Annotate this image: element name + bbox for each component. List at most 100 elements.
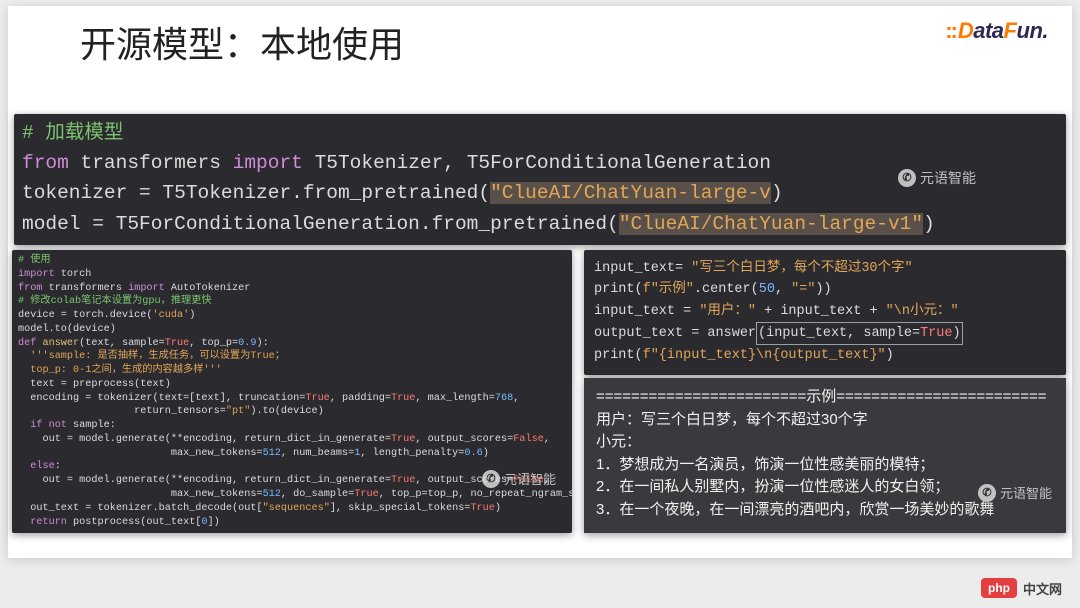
code-text: , output_scores= [415, 434, 513, 445]
code-line: tokenizer = T5Tokenizer.from_pretrained( [22, 182, 490, 204]
logo-dots: :: [945, 18, 956, 43]
string-literal: "写三个白日梦，每个不超过30个字" [691, 261, 912, 276]
number: 0.9 [238, 338, 256, 349]
logo-ata: ata [973, 18, 1003, 43]
code-line: max_new_tokens= [30, 448, 262, 459]
code-text: ) [923, 213, 935, 235]
watermark-text: 元语智能 [504, 469, 556, 488]
number: 512 [263, 489, 281, 500]
wechat-icon: ✆ [482, 470, 500, 488]
code-text: ) [886, 348, 894, 363]
php-badge: php [981, 578, 1017, 598]
code-text: .center( [694, 282, 759, 297]
string-literal: "=" [791, 282, 815, 297]
code-block-usage: # 使用 import torch from transformers impo… [12, 250, 572, 533]
page-title: 开源模型：本地使用 [80, 16, 404, 68]
fstring: f"{input_text}\n{output_text}" [643, 348, 886, 363]
module-name: transformers [81, 152, 221, 174]
fstring: f"示例" [643, 282, 694, 297]
code-text: postprocess(out_text[ [67, 517, 202, 528]
code-line: input_text = [594, 304, 699, 319]
kw-return: return [30, 517, 67, 528]
bool: True [305, 393, 329, 404]
output-line: 2．在一间私人别墅内，扮演一位性感迷人的女白领； [596, 478, 949, 495]
watermark-top: ✆ 元语智能 [898, 168, 976, 188]
output-line: 1．梦想成为一名演员，饰演一位性感美丽的模特； [596, 456, 934, 473]
output-line: 3．在一个夜晚，在一间漂亮的酒吧内，欣赏一场美妙的歌舞 [596, 501, 994, 518]
string-literal: "ClueAI/ChatYuan-large-v [490, 182, 771, 204]
slide-canvas: 开源模型：本地使用 ::DataFun. # 加载模型 from transfo… [8, 6, 1072, 558]
string-literal: "ClueAI/ChatYuan-large-v1" [619, 213, 923, 235]
fn-name: answer [42, 338, 79, 349]
logo-f: F [1004, 18, 1017, 43]
kw-else: else [30, 461, 54, 472]
code-line: model = T5ForConditionalGeneration.from_… [22, 213, 619, 235]
output-line: 小元： [596, 433, 641, 450]
bool: False [513, 434, 544, 445]
number: 50 [759, 282, 775, 297]
import-names: T5Tokenizer, T5ForConditionalGeneration [315, 152, 771, 174]
cursor-box: (input_text, sample=True) [756, 322, 963, 345]
wechat-icon: ✆ [898, 169, 916, 187]
code-text: , [544, 434, 550, 445]
code-text: ) [495, 503, 501, 514]
code-text: , num_beams= [281, 448, 354, 459]
kw-import: import [128, 283, 165, 294]
kw-from: from [18, 283, 42, 294]
code-text: (input_text, sample= [758, 326, 920, 341]
output-line: 用户：写三个白日梦，每个不超过30个字 [596, 411, 868, 428]
code-text: , [775, 282, 791, 297]
footer-brand: php 中文网 [981, 578, 1062, 598]
code-line: model.to(device) [18, 324, 116, 335]
code-text: , padding= [330, 393, 391, 404]
docstring: '''sample: 是否抽样，生成任务，可以设置为True； [30, 351, 285, 362]
watermark-text: 元语智能 [920, 168, 976, 188]
code-text: ).to(device) [250, 406, 323, 417]
code-line: device = torch.device( [18, 310, 153, 321]
kw-from: from [22, 152, 69, 174]
code-line: output_text = answer [594, 326, 756, 341]
code-text: ) [771, 182, 783, 204]
code-block-example: input_text= "写三个白日梦，每个不超过30个字" print(f"示… [584, 250, 1066, 375]
kw-not: not [49, 420, 67, 431]
code-line: encoding = tokenizer(text=[text], trunca… [30, 393, 305, 404]
code-text: ) [483, 448, 489, 459]
string-literal: "用户：" [699, 304, 756, 319]
module-name: torch [61, 269, 92, 280]
code-comment: # 加载模型 [22, 122, 123, 144]
code-text: ): [256, 338, 268, 349]
wechat-icon: ✆ [978, 484, 996, 502]
string-literal: "sequences" [263, 503, 330, 514]
string-literal: "pt" [226, 406, 250, 417]
output-line: ========================示例==============… [596, 388, 1046, 405]
kw-def: def [18, 338, 36, 349]
module-name: transformers [49, 283, 122, 294]
code-line: print( [594, 348, 643, 363]
kw-if: if [30, 420, 42, 431]
code-text: , [513, 393, 519, 404]
code-text: , length_penalty= [360, 448, 464, 459]
code-line: max_new_tokens= [30, 489, 262, 500]
logo-un: un. [1017, 18, 1049, 43]
code-text: , max_length= [415, 393, 494, 404]
code-text: ]) [208, 517, 220, 528]
code-line: input_text= [594, 261, 691, 276]
code-line: return_tensors= [30, 406, 226, 417]
code-line: print( [594, 282, 643, 297]
kw-import: import [233, 152, 303, 174]
number: 0.6 [464, 448, 482, 459]
bool: True [470, 503, 494, 514]
watermark-text: 元语智能 [1000, 483, 1052, 502]
output-block: ========================示例==============… [584, 378, 1066, 533]
watermark-right: ✆ 元语智能 [978, 483, 1052, 502]
code-text: , do_sample= [281, 489, 354, 500]
footer-cn: 中文网 [1023, 579, 1062, 598]
code-text: : [55, 461, 61, 472]
watermark-left: ✆ 元语智能 [482, 469, 556, 488]
string-literal: 'cuda' [153, 310, 190, 321]
code-line: out = model.generate(**encoding, return_… [30, 475, 391, 486]
code-text: ) [189, 310, 195, 321]
code-text: , top_p=top_p, no_repeat_ngram_size= [379, 489, 572, 500]
bool: True [391, 475, 415, 486]
number: 768 [495, 393, 513, 404]
